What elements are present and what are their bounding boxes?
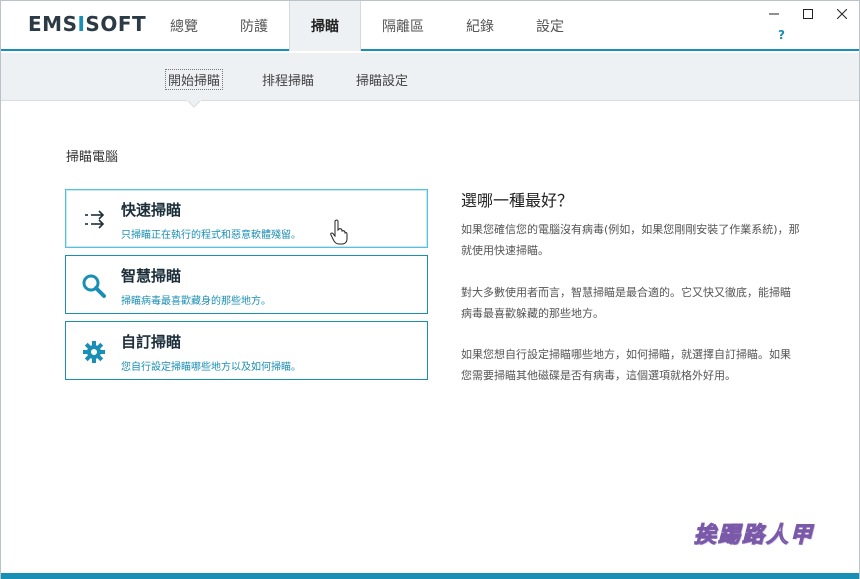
quick-scan-description: 只掃瞄正在執行的程式和惡意軟體殘留。	[121, 230, 301, 241]
info-paragraph-quick: 如果您確信您的電腦沒有病毒(例如，如果您剛剛安裝了作業系統)，那就使用快速掃瞄。	[461, 223, 800, 257]
gear-icon	[83, 341, 105, 363]
tab-protection[interactable]: 防護	[219, 1, 289, 51]
subtab-scan-settings[interactable]: 掃瞄設定	[356, 70, 408, 89]
custom-scan-title: 自訂掃瞄	[121, 333, 182, 351]
info-heading: 選哪一種最好？	[461, 191, 574, 210]
emsisoft-logo: EMSISOFT	[28, 12, 147, 36]
sub-navigation: 開始掃瞄 排程掃瞄 掃瞄設定	[1, 53, 859, 101]
tab-logs[interactable]: 紀錄	[445, 1, 515, 51]
tab-settings[interactable]: 設定	[515, 1, 585, 51]
minimize-button[interactable]	[757, 1, 791, 27]
help-button[interactable]: ?	[778, 28, 785, 42]
smart-scan-description: 掃瞄病毒最喜歡藏身的那些地方。	[121, 296, 271, 307]
top-navigation-bar: EMSISOFT 總覽 防護 掃瞄 隔離區 紀錄 設定 ?	[1, 1, 859, 51]
tab-scan[interactable]: 掃瞄	[289, 1, 361, 51]
info-paragraph-custom: 如果您想自行設定掃瞄哪些地方，如何掃瞄，就選擇自訂掃瞄。如果您需要掃瞄其他磁碟是…	[461, 348, 791, 382]
tab-quarantine[interactable]: 隔離區	[361, 1, 445, 51]
minimize-icon	[769, 13, 779, 15]
subtab-start-scan[interactable]: 開始掃瞄	[165, 69, 224, 90]
hand-pointer-cursor-icon	[330, 219, 348, 245]
close-icon	[837, 9, 847, 19]
subtab-scheduled-scan[interactable]: 排程掃瞄	[262, 70, 314, 89]
quick-scan-title: 快速掃瞄	[121, 201, 182, 219]
maximize-button[interactable]	[791, 1, 825, 27]
maximize-icon	[803, 9, 813, 19]
smart-scan-title: 智慧掃瞄	[121, 267, 182, 285]
smart-scan-card[interactable]: 智慧掃瞄 掃瞄病毒最喜歡藏身的那些地方。	[65, 255, 428, 314]
app-window: EMSISOFT 總覽 防護 掃瞄 隔離區 紀錄 設定 ? 開始掃瞄 排程掃瞄 …	[0, 0, 860, 579]
magnifier-icon	[82, 274, 106, 298]
tab-overview[interactable]: 總覽	[149, 1, 219, 51]
quick-scan-card[interactable]: 快速掃瞄 只掃瞄正在執行的程式和惡意軟體殘留。	[65, 189, 428, 248]
custom-scan-description: 您自行設定掃瞄哪些地方以及如何掃瞄。	[121, 362, 301, 373]
quick-scan-icon	[85, 210, 105, 229]
section-title: 掃瞄電腦	[66, 150, 119, 165]
watermark: 挨踢路人甲	[693, 522, 815, 549]
bottom-accent-bar	[1, 573, 859, 579]
main-nav: 總覽 防護 掃瞄 隔離區 紀錄 設定	[149, 1, 585, 51]
close-button[interactable]	[825, 1, 859, 27]
info-paragraph-smart: 對大多數使用者而言，智慧掃瞄是最合適的。它又快又徹底，能掃瞄病毒最喜歡躲藏的那些…	[461, 286, 791, 320]
custom-scan-card[interactable]: 自訂掃瞄 您自行設定掃瞄哪些地方以及如何掃瞄。	[65, 321, 428, 380]
window-controls	[757, 1, 859, 27]
active-subtab-pointer	[187, 100, 201, 108]
